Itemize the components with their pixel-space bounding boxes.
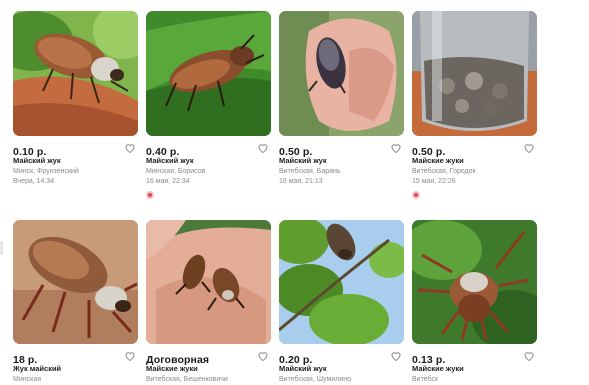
listing-card[interactable]: 0.40 р. Майский жук Минская, Борисов 16 … [146,11,271,199]
listing-location: Минская [13,376,42,383]
heart-icon[interactable] [124,350,136,362]
listing-price: 0.13 р. [412,354,446,366]
listing-photo[interactable] [146,11,271,136]
listing-card[interactable]: 18 р. Жук майский Минская [13,220,138,385]
listing-date: 16 мая, 22:34 [146,178,190,185]
heart-icon[interactable] [257,350,269,362]
listing-card[interactable]: 0.20 р. Майский жук Витебская, Шумилино [279,220,404,385]
listing-photo[interactable] [13,220,138,344]
heart-icon[interactable] [390,350,402,362]
listings-grid: 0.10 р. Майский жук Минск, Фрунзенский В… [0,0,589,383]
heart-icon[interactable] [257,142,269,154]
listing-price: 0.50 р. [412,146,446,158]
listing-photo[interactable] [146,220,271,344]
listing-card[interactable]: 0.50 р. Майский жук Витебская, Барань 16… [279,11,404,187]
listing-location: Витебская, Шумилино [279,376,352,383]
listing-location: Витебская, Городок [412,168,476,175]
listing-photo[interactable] [13,11,138,136]
heart-icon[interactable] [523,350,535,362]
listing-price: 0.10 р. [13,146,47,158]
listing-photo[interactable] [412,220,537,344]
listing-location: Витебская, Барань [279,168,341,175]
listing-photo[interactable] [412,11,537,136]
listing-date: Вчера, 14:34 [13,178,55,185]
listing-photo[interactable] [279,11,404,136]
listing-card[interactable]: Договорная Майские жуки Витебская, Бешен… [146,220,271,385]
listing-card[interactable]: 0.10 р. Майский жук Минск, Фрунзенский В… [13,11,138,187]
listing-location: Минская, Борисов [146,168,206,175]
heart-icon[interactable] [390,142,402,154]
highlight-badge-icon [412,191,420,199]
listing-price: 0.20 р. [279,354,313,366]
heart-icon[interactable] [523,142,535,154]
listing-price: 0.50 р. [279,146,313,158]
heart-icon[interactable] [124,142,136,154]
listing-photo[interactable] [279,220,404,344]
listing-card[interactable]: 0.50 р. Майские жуки Витебская, Городок … [412,11,537,199]
highlight-badge-icon [146,191,154,199]
listing-location: Витебск [412,376,439,383]
listing-date: 16 мая, 21:13 [279,178,323,185]
listing-location: Витебская, Бешенковичи [146,376,228,383]
listing-date: 15 мая, 22:26 [412,178,456,185]
listing-price: 18 р. [13,354,38,366]
listing-price: 0.40 р. [146,146,180,158]
listing-price: Договорная [146,354,210,366]
listing-location: Минск, Фрунзенский [13,168,79,175]
listing-card[interactable]: 0.13 р. Майские жуки Витебск [412,220,537,385]
